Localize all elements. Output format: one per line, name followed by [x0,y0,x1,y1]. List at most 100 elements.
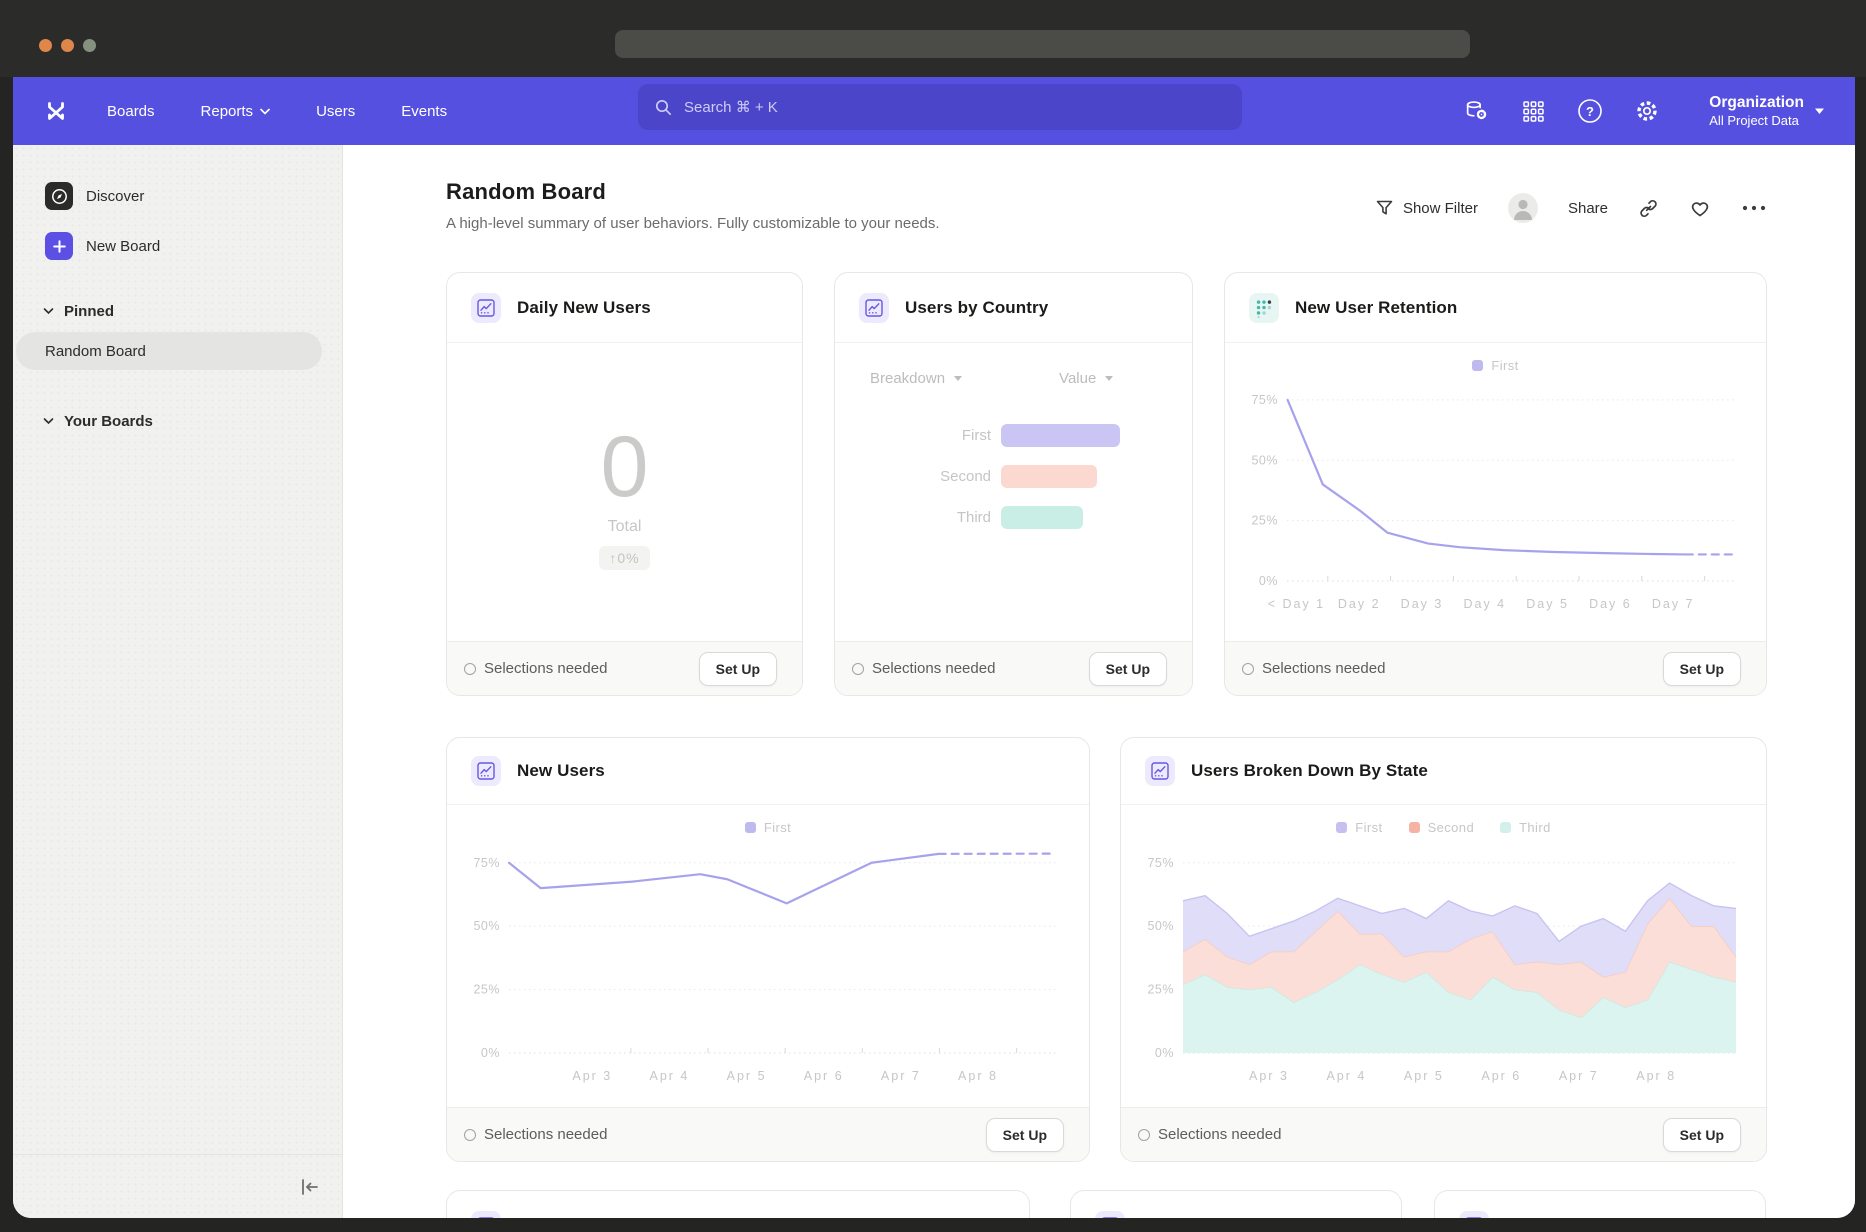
nav-item-reports[interactable]: Reports [201,103,271,120]
nav-item-boards[interactable]: Boards [107,103,155,120]
settings-gear-icon[interactable] [1634,98,1660,124]
status-text: Selections needed [484,660,607,677]
traffic-lights [39,39,96,52]
sidebar-item-new-board[interactable]: New Board [13,232,342,260]
search-input[interactable]: Search ⌘ + K [638,84,1242,130]
share-label: Share [1568,200,1608,217]
window-zoom-button[interactable] [83,39,96,52]
data-management-icon[interactable] [1463,98,1489,124]
mixpanel-logo-icon[interactable] [45,99,69,123]
card-header[interactable]: Daily New Users [447,273,802,343]
breakdown-dropdown[interactable]: Breakdown [870,370,963,387]
chevron-down-icon [953,375,963,382]
avatar[interactable] [1508,193,1538,223]
card-header[interactable]: Users Broken Down By State [1121,738,1766,805]
nav-item-users[interactable]: Users [316,103,355,120]
card-footer: Selections needed Set Up [447,1107,1089,1161]
svg-text:50%: 50% [1251,453,1278,467]
card-stacked-line-graph: Stacked Line Graph [446,1190,1030,1218]
svg-text:< Day 1: < Day 1 [1268,597,1325,611]
copy-link-icon[interactable] [1638,198,1659,219]
svg-text:Apr 7: Apr 7 [1559,1069,1599,1083]
sidebar-item-discover[interactable]: Discover [13,182,342,210]
top-nav: Boards Reports Users Events Search ⌘ + K [13,77,1855,145]
set-up-button[interactable]: Set Up [1663,1118,1741,1152]
share-button[interactable]: Share [1568,200,1608,217]
legend-label: Second [1428,820,1475,835]
set-up-button[interactable]: Set Up [986,1118,1064,1152]
sidebar: Discover New Board Pinned Random Board Y… [13,145,343,1218]
svg-text:25%: 25% [473,983,500,997]
card-new-user-retention: New User Retention First 75%50%25%0%< Da… [1224,272,1767,696]
sidebar-footer [13,1154,342,1218]
compass-icon [45,182,73,210]
set-up-button[interactable]: Set Up [1663,652,1741,686]
legend-swatch [1500,822,1511,833]
cards-row-2: New Users First 75%50%25%0%Apr 3Apr 4Apr… [446,737,1855,1162]
apps-grid-icon[interactable] [1520,98,1546,124]
line-chart-icon [1095,1211,1125,1219]
legend-swatch [1409,822,1420,833]
sidebar-item-label: Discover [86,188,144,205]
nav-item-label: Boards [107,103,155,120]
card-daily-new-users: Daily New Users 0 Total ↑0% Selections n… [446,272,803,696]
card-header[interactable]: Insights Report [1071,1191,1401,1218]
favorite-heart-icon[interactable] [1689,198,1711,218]
window-titlebar [0,0,1866,77]
card-header[interactable]: Active Users [1435,1191,1765,1218]
card-new-users: New Users First 75%50%25%0%Apr 3Apr 4Apr… [446,737,1090,1162]
card-header[interactable]: New Users [447,738,1089,805]
board-header: Random Board A high-level summary of use… [446,179,1855,232]
chevron-down-icon [1814,107,1825,115]
svg-text:Apr 5: Apr 5 [1404,1069,1444,1083]
search-placeholder: Search ⌘ + K [684,98,778,116]
nav-item-events[interactable]: Events [401,103,447,120]
legend-label: First [764,820,791,835]
sidebar-item-label: Random Board [45,343,146,360]
card-users-by-state: Users Broken Down By State First Second … [1120,737,1767,1162]
sidebar-item-random-board[interactable]: Random Board [16,332,322,370]
set-up-button[interactable]: Set Up [1089,652,1167,686]
show-filter-button[interactable]: Show Filter [1376,200,1478,217]
breakdown-dropdown-label: Breakdown [870,370,945,387]
sidebar-section-pinned[interactable]: Pinned [13,303,342,319]
card-insights-report: Insights Report [1070,1190,1402,1218]
org-switcher[interactable]: Organization All Project Data [1709,93,1825,129]
legend-label: First [1355,820,1382,835]
bar-label: First [835,427,991,444]
more-options-icon[interactable] [1741,204,1767,212]
card-header[interactable]: Stacked Line Graph [447,1191,1029,1218]
window-close-button[interactable] [39,39,52,52]
help-icon[interactable]: ? [1577,98,1603,124]
svg-text:Apr 3: Apr 3 [572,1069,612,1083]
card-title: Users by Country [905,298,1048,318]
card-title: Users Broken Down By State [1191,761,1428,781]
card-header[interactable]: New User Retention [1225,273,1766,343]
window-minimize-button[interactable] [61,39,74,52]
state-area-chart: 75%50%25%0%Apr 3Apr 4Apr 5Apr 6Apr 7Apr … [1139,837,1748,1087]
nav-item-label: Users [316,103,355,120]
bar-third [1001,506,1083,529]
collapse-sidebar-icon[interactable] [296,1176,322,1198]
address-bar[interactable] [615,30,1470,58]
svg-text:Apr 7: Apr 7 [881,1069,921,1083]
card-title: Insights Report [1141,1216,1267,1219]
line-chart-icon [471,756,501,786]
svg-text:0%: 0% [1155,1046,1174,1060]
card-header[interactable]: Users by Country [835,273,1192,343]
svg-text:25%: 25% [1251,514,1278,528]
legend-label: First [1491,358,1518,373]
value-dropdown[interactable]: Value [1059,370,1114,387]
sidebar-section-your-boards[interactable]: Your Boards [13,413,342,429]
svg-text:Apr 5: Apr 5 [727,1069,767,1083]
set-up-button[interactable]: Set Up [699,652,777,686]
card-active-users: Active Users [1434,1190,1766,1218]
sidebar-item-label: New Board [86,238,160,255]
nav-utilities: ? Organization All Project Data [1463,93,1831,129]
card-footer: Selections needed Set Up [1121,1107,1766,1161]
legend-swatch [1336,822,1347,833]
org-project: All Project Data [1709,113,1804,129]
bar-label: Third [835,509,991,526]
cards-row-1: Daily New Users 0 Total ↑0% Selections n… [446,272,1855,696]
metric-label: Total [608,518,642,536]
